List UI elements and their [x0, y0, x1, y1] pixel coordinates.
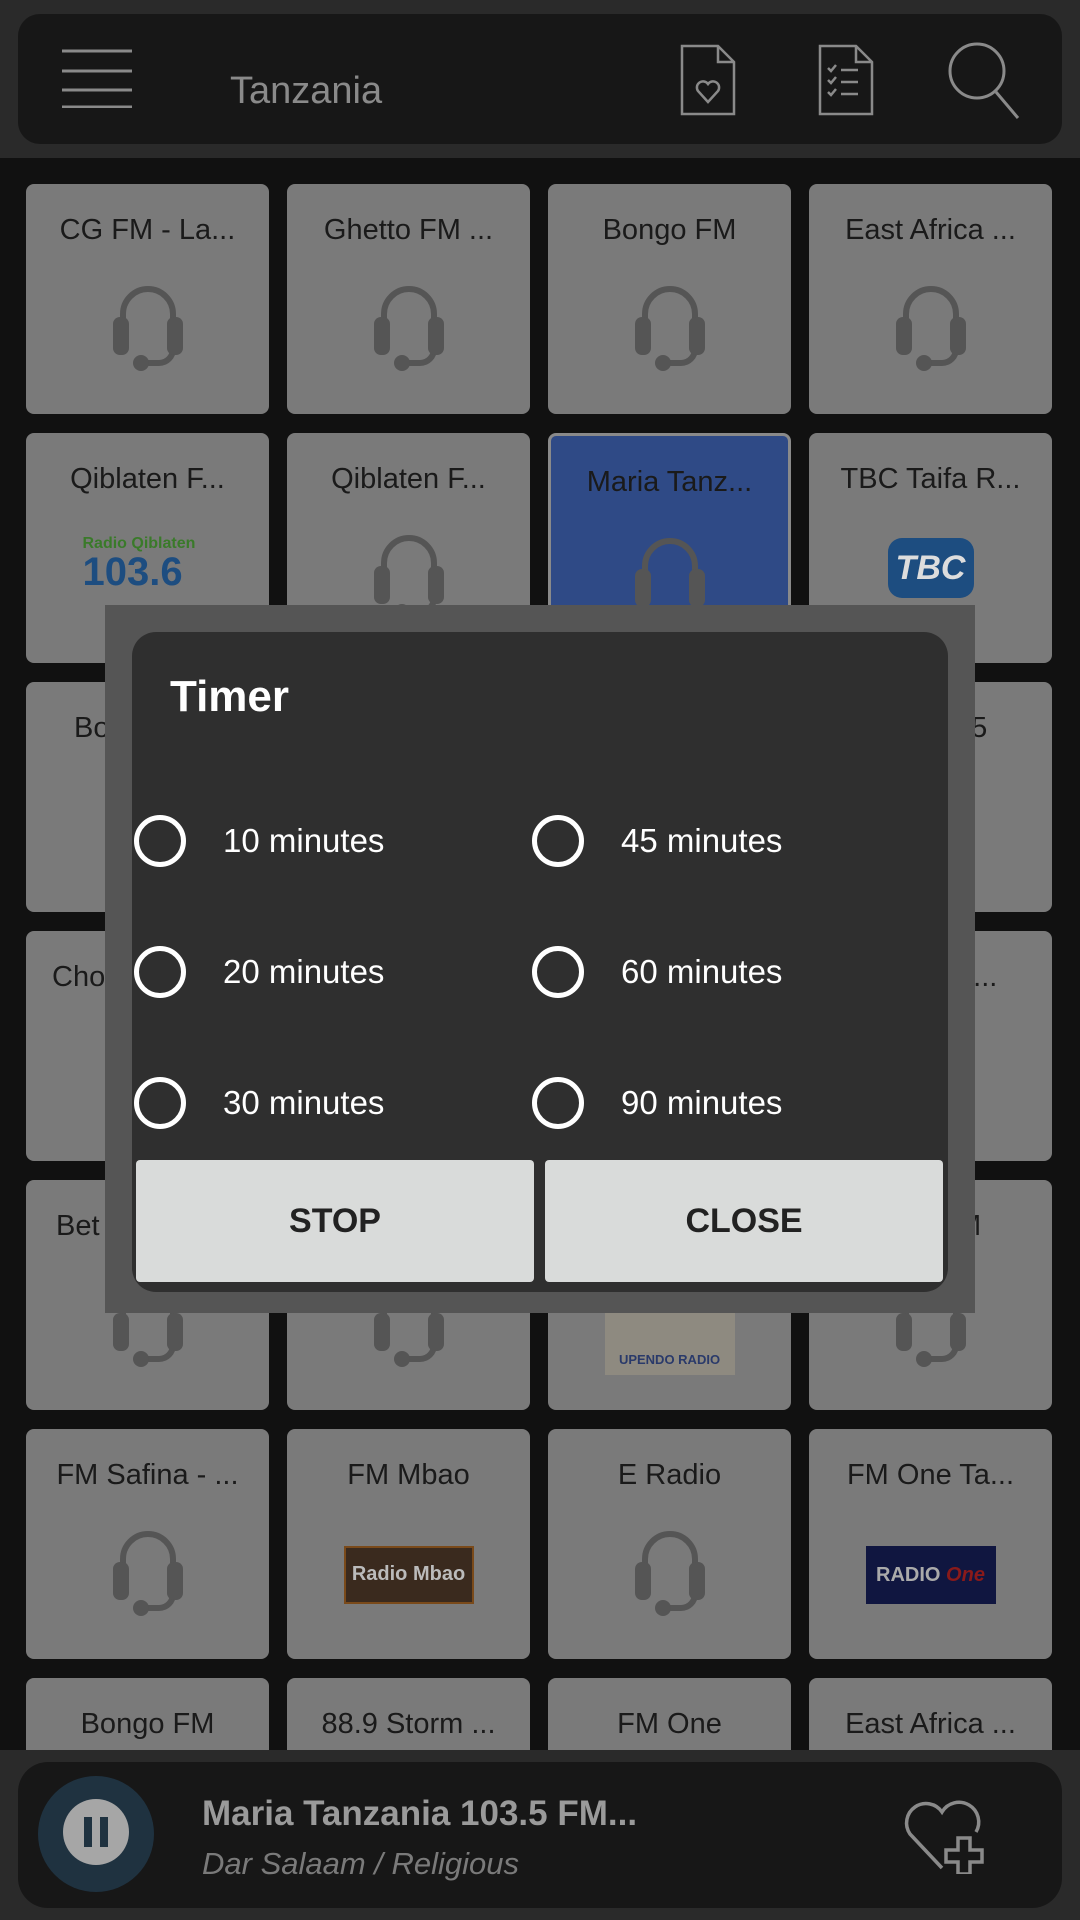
radio-button[interactable] — [134, 1077, 186, 1129]
station-name: East Africa ... — [845, 214, 1016, 246]
timer-option[interactable]: 90 minutes — [532, 1077, 782, 1129]
station-tile[interactable]: CG FM - La... — [26, 184, 269, 414]
station-name: FM Safina - ... — [56, 1459, 239, 1491]
station-logo: Radio Qiblaten 103.6 — [82, 535, 196, 594]
station-tile[interactable]: FM Safina - ... — [26, 1429, 269, 1659]
player-container: Maria Tanzania 103.5 FM... Dar Salaam / … — [0, 1750, 1080, 1920]
station-name: CG FM - La... — [59, 214, 236, 246]
option-label: 30 minutes — [223, 1084, 385, 1121]
player-title: Maria Tanzania 103.5 FM... — [202, 1794, 638, 1833]
timer-option[interactable]: 45 minutes — [532, 815, 782, 867]
favorites-file-icon[interactable] — [678, 42, 740, 118]
checklist-file-icon[interactable] — [816, 42, 878, 118]
dialog-scrim: Timer 10 minutes 45 minutes 20 minutes 60 m… — [105, 605, 975, 1313]
option-label: 90 minutes — [621, 1084, 783, 1121]
station-tile[interactable]: FM One Ta... RADIO One — [809, 1429, 1052, 1659]
station-logo: TBC — [887, 518, 974, 598]
station-name: Qiblaten F... — [331, 463, 486, 495]
station-tile[interactable]: Bongo FM — [548, 184, 791, 414]
station-name: Ghetto FM ... — [323, 214, 494, 246]
station-name: 88.9 Storm ... — [321, 1708, 496, 1740]
station-tile[interactable]: FM Mbao Radio Mbao — [287, 1429, 530, 1659]
timer-dialog: Timer 10 minutes 45 minutes 20 minutes 60 m… — [132, 632, 948, 1292]
station-name: FM One Ta... — [846, 1459, 1015, 1491]
station-name: Qiblaten F... — [70, 463, 225, 495]
search-icon[interactable] — [946, 40, 1022, 122]
headphones-icon — [93, 269, 203, 384]
dialog-title: Timer — [170, 672, 290, 721]
station-name: FM One — [617, 1708, 722, 1740]
station-tile[interactable]: Ghetto FM ... — [287, 184, 530, 414]
radio-button[interactable] — [532, 815, 584, 867]
top-bar-container: Tanzania — [0, 0, 1080, 158]
station-logo: Radio Mbao — [343, 1514, 474, 1604]
timer-option[interactable]: 20 minutes — [134, 946, 384, 998]
radio-button[interactable] — [134, 946, 186, 998]
timer-option[interactable]: 30 minutes — [134, 1077, 384, 1129]
radio-button[interactable] — [532, 1077, 584, 1129]
stop-button[interactable]: STOP — [136, 1160, 534, 1282]
option-label: 10 minutes — [223, 822, 385, 859]
station-name: E Radio — [617, 1459, 722, 1491]
station-name: Maria Tanz... — [586, 466, 753, 498]
headphones-icon — [93, 1514, 203, 1629]
close-button[interactable]: CLOSE — [545, 1160, 943, 1282]
station-name: FM Mbao — [347, 1459, 470, 1491]
station-tile[interactable]: E Radio — [548, 1429, 791, 1659]
station-name: East Africa ... — [845, 1708, 1016, 1740]
station-logo: RADIO One — [865, 1514, 996, 1604]
station-tile[interactable]: East Africa ... — [809, 184, 1052, 414]
menu-icon[interactable] — [60, 48, 134, 108]
headphones-icon — [876, 269, 986, 384]
now-playing-bar[interactable]: Maria Tanzania 103.5 FM... Dar Salaam / … — [18, 1762, 1062, 1908]
radio-button[interactable] — [134, 815, 186, 867]
timer-option[interactable]: 60 minutes — [532, 946, 782, 998]
top-bar: Tanzania — [18, 14, 1062, 144]
station-name: Bongo FM — [80, 1708, 215, 1740]
option-label: 45 minutes — [621, 822, 783, 859]
headphones-icon — [354, 269, 464, 384]
station-name: Bongo FM — [602, 214, 737, 246]
station-name: TBC Taifa R... — [840, 463, 1021, 495]
page-title: Tanzania — [230, 70, 383, 112]
favorite-add-icon[interactable] — [902, 1798, 988, 1874]
player-subtitle: Dar Salaam / Religious — [202, 1846, 520, 1881]
pause-icon[interactable] — [36, 1774, 156, 1894]
option-label: 60 minutes — [621, 953, 783, 990]
radio-button[interactable] — [532, 946, 584, 998]
timer-option[interactable]: 10 minutes — [134, 815, 384, 867]
headphones-icon — [615, 1514, 725, 1629]
headphones-icon — [615, 269, 725, 384]
option-label: 20 minutes — [223, 953, 385, 990]
